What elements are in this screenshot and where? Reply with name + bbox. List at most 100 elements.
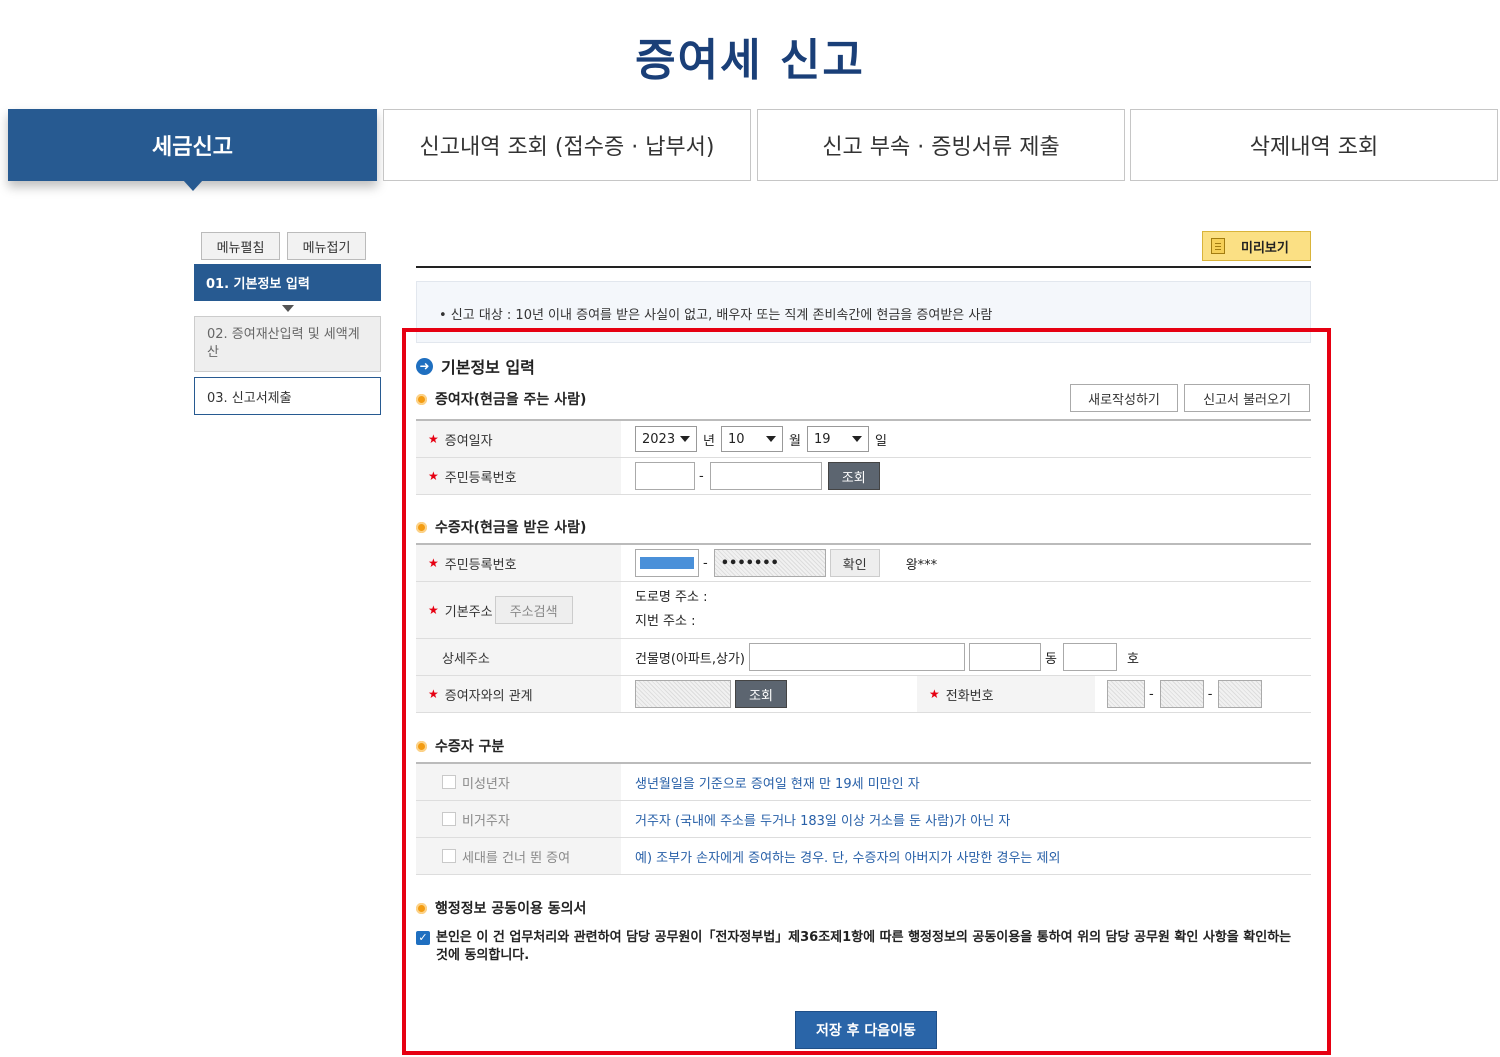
page-title: 증여세 신고 [635, 35, 865, 86]
donor-date-label-text: 증여일자 [444, 433, 493, 449]
donee-type-generation-skip-desc: 예) 조부가 손자에게 증여하는 경우. 단, 수증자의 아버지가 사망한 경우… [635, 850, 1061, 866]
tab-tax-filing[interactable]: 세금신고 [8, 109, 377, 191]
document-icon [1211, 238, 1225, 254]
checkbox-nonresident[interactable] [442, 812, 456, 826]
donee-detail-cell: 건물명(아파트,상가) 동 호 [621, 639, 1311, 675]
orange-bullet-icon [416, 393, 427, 405]
donor-rrn-label: ★ 주민등록번호 [416, 458, 621, 494]
menu-collapse-button[interactable]: 메뉴접기 [287, 232, 366, 260]
phone-part2-input[interactable] [1159, 680, 1204, 708]
consent-row: ✓ 본인은 이 건 업무처리와 관련하여 담당 공무원이「전자정부법」제36조제… [416, 929, 1296, 965]
donee-rrn-cell: - ••••••• 확인 왕*** [621, 545, 1311, 581]
relation-input[interactable] [635, 680, 731, 708]
donee-type-row: 비거주자 거주자 (국내에 주소를 두거나 183일 이상 거소를 둔 사람)가… [416, 801, 1311, 838]
arrow-right-circle-icon: ➜ [416, 357, 433, 375]
phone-part1-input[interactable] [1107, 680, 1145, 708]
donor-lookup-button[interactable]: 조회 [827, 462, 880, 490]
notice-text: • 신고 대상 : 10년 이내 증여를 받은 사실이 없고, 배우자 또는 직… [439, 308, 993, 323]
notice-box: • 신고 대상 : 10년 이내 증여를 받은 사실이 없고, 배우자 또는 직… [416, 281, 1311, 343]
checkbox-generation-skip[interactable] [442, 849, 456, 863]
required-icon: ★ [428, 432, 439, 446]
donee-rrn-row: ★ 주민등록번호 - ••••••• 확인 왕*** [416, 545, 1311, 582]
donee-rrn-label-text: 주민등록번호 [444, 557, 517, 573]
donee-address-cell: 도로명 주소 : 지번 주소 : [621, 582, 1311, 638]
donee-address-label-text: 기본주소 [444, 604, 493, 620]
donee-table: ★ 주민등록번호 - ••••••• 확인 왕*** ★ 기본주소 주소검색 도… [416, 543, 1311, 713]
month-select[interactable]: 10 [720, 426, 783, 452]
year-select[interactable]: 2023 [635, 426, 697, 452]
donee-rrn-separator: - [703, 555, 708, 571]
preview-button[interactable]: 미리보기 [1202, 231, 1311, 261]
relation-label: ★ 증여자와의 관계 [416, 676, 621, 712]
required-icon: ★ [929, 687, 940, 701]
donee-section-title: 수증자(현금을 받은 사람) [416, 517, 586, 537]
donor-rrn-back-input[interactable] [709, 462, 822, 490]
donee-confirm-button[interactable]: 확인 [829, 549, 880, 577]
building-name-input[interactable] [748, 643, 965, 671]
donee-type-nonresident[interactable]: 비거주자 [416, 801, 621, 837]
donee-rrn-back-input[interactable]: ••••••• [713, 549, 826, 577]
day-unit: 일 [874, 433, 887, 449]
sidebar-step-asset-input[interactable]: 02. 증여재산입력 및 세액계산 [194, 316, 381, 372]
address-search-button[interactable]: 주소검색 [494, 596, 573, 624]
donor-date-label: ★ 증여일자 [416, 421, 621, 457]
donee-type-table: 미성년자 생년월일을 기준으로 증여일 현재 만 19세 미만인 자 비거주자 … [416, 762, 1311, 875]
ho-input[interactable] [1062, 643, 1117, 671]
tab-supporting-documents[interactable]: 신고 부속 · 증빙서류 제출 [757, 109, 1125, 181]
checkbox-minor[interactable] [442, 775, 456, 789]
donee-detail-label: 상세주소 [416, 639, 621, 675]
menu-expand-button[interactable]: 메뉴펼침 [201, 232, 280, 260]
save-next-button[interactable]: 저장 후 다음이동 [795, 1011, 937, 1049]
donor-rrn-label-text: 주민등록번호 [444, 470, 517, 486]
donee-type-generation-skip[interactable]: 세대를 건너 뛴 증여 [416, 838, 621, 874]
relation-lookup-button[interactable]: 조회 [735, 680, 787, 708]
building-label: 건물명(아파트,상가) [635, 651, 745, 667]
donor-rrn-front-input[interactable] [635, 462, 695, 490]
load-form-button[interactable]: 신고서 불러오기 [1184, 384, 1310, 412]
donee-type-generation-skip-label: 세대를 건너 뛴 증여 [462, 850, 571, 866]
chevron-down-icon [680, 436, 690, 442]
orange-bullet-icon [416, 740, 427, 752]
donee-detail-row: 상세주소 건물명(아파트,상가) 동 호 [416, 639, 1311, 676]
preview-label: 미리보기 [1241, 240, 1289, 256]
donee-name-masked: 왕*** [905, 557, 938, 573]
donee-type-minor[interactable]: 미성년자 [416, 764, 621, 800]
tab-deleted-history[interactable]: 삭제내역 조회 [1130, 109, 1498, 181]
donee-type-nonresident-desc: 거주자 (국내에 주소를 두거나 183일 이상 거소를 둔 사람)가 아닌 자 [635, 813, 1011, 829]
chevron-down-icon [851, 436, 862, 442]
required-icon: ★ [428, 469, 439, 483]
month-unit: 월 [788, 433, 801, 449]
phone-part3-input[interactable] [1218, 680, 1263, 708]
donee-rrn-masked: ••••••• [720, 555, 779, 571]
sidebar-step-submit[interactable]: 03. 신고서제출 [194, 377, 381, 415]
donee-rrn-front-input[interactable] [635, 549, 699, 577]
phone-label: ★ 전화번호 [917, 676, 1095, 712]
donee-address-row: ★ 기본주소 주소검색 도로명 주소 : 지번 주소 : [416, 582, 1311, 639]
donee-type-minor-label: 미성년자 [462, 776, 510, 792]
donee-type-generation-skip-desc-cell: 예) 조부가 손자에게 증여하는 경우. 단, 수증자의 아버지가 사망한 경우… [621, 838, 1311, 874]
required-icon: ★ [428, 687, 439, 701]
new-form-button[interactable]: 새로작성하기 [1070, 384, 1178, 412]
donee-type-row: 미성년자 생년월일을 기준으로 증여일 현재 만 19세 미만인 자 [416, 764, 1311, 801]
donee-relation-row: ★ 증여자와의 관계 조회 ★ 전화번호 - - [416, 676, 1311, 713]
form-title-text: 기본정보 입력 [441, 358, 535, 377]
form-title: ➜ 기본정보 입력 [416, 354, 535, 378]
sidebar-step-basic-info[interactable]: 01. 기본정보 입력 [194, 264, 381, 301]
tab-filing-history[interactable]: 신고내역 조회 (접수증 · 납부서) [383, 109, 751, 181]
lot-address-label: 지번 주소 : [635, 614, 696, 629]
dong-input[interactable] [968, 643, 1041, 671]
day-select[interactable]: 19 [806, 426, 869, 452]
donee-type-nonresident-label: 비거주자 [462, 813, 510, 829]
redaction-mark [640, 557, 694, 569]
orange-bullet-icon [416, 521, 427, 533]
consent-checkbox[interactable]: ✓ [416, 931, 430, 945]
month-value: 10 [727, 431, 745, 447]
year-unit: 년 [703, 433, 715, 449]
orange-bullet-icon [416, 902, 427, 914]
donee-type-nonresident-desc-cell: 거주자 (국내에 주소를 두거나 183일 이상 거소를 둔 사람)가 아닌 자 [621, 801, 1311, 837]
chevron-down-icon [765, 436, 776, 442]
donee-type-minor-desc-cell: 생년월일을 기준으로 증여일 현재 만 19세 미만인 자 [621, 764, 1311, 800]
content-divider [416, 266, 1311, 268]
donee-type-row: 세대를 건너 뛴 증여 예) 조부가 손자에게 증여하는 경우. 단, 수증자의… [416, 838, 1311, 875]
step-down-arrow-icon [282, 305, 294, 312]
